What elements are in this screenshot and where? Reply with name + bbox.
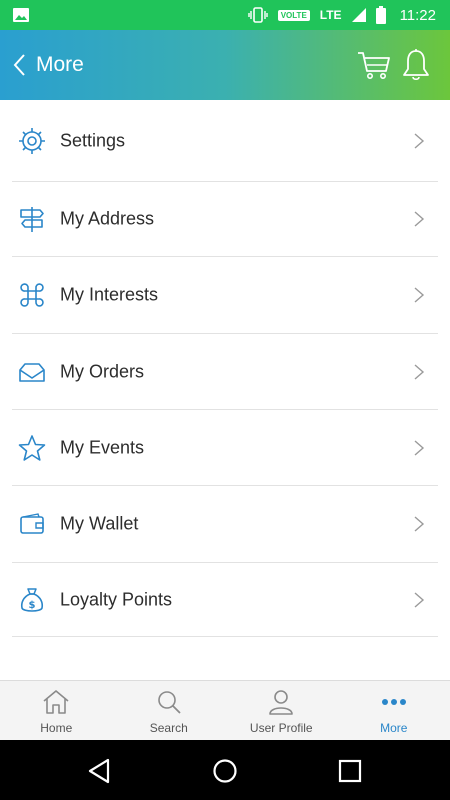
menu-list: Settings My Address My Interests My Orde… bbox=[0, 100, 450, 637]
back-triangle-icon[interactable] bbox=[86, 757, 114, 785]
home-circle-icon[interactable] bbox=[211, 757, 239, 785]
menu-item-my-interests[interactable]: My Interests bbox=[12, 257, 438, 334]
user-icon bbox=[269, 690, 294, 715]
system-navigation-bar bbox=[0, 740, 450, 800]
status-time: 11:22 bbox=[399, 6, 436, 24]
cart-icon[interactable] bbox=[357, 50, 391, 80]
chevron-right-icon bbox=[414, 439, 425, 456]
menu-item-my-wallet[interactable]: My Wallet bbox=[12, 486, 438, 563]
chevron-right-icon bbox=[414, 287, 425, 303]
chevron-right-icon bbox=[414, 211, 425, 227]
chevron-right-icon bbox=[414, 363, 425, 380]
menu-item-label: Loyalty Points bbox=[60, 589, 173, 609]
signal-icon bbox=[351, 8, 366, 22]
menu-item-label: My Wallet bbox=[60, 513, 139, 534]
tab-label: Search bbox=[149, 721, 188, 735]
svg-text:$: $ bbox=[29, 600, 36, 611]
tab-search[interactable]: Search bbox=[113, 681, 226, 740]
menu-item-my-orders[interactable]: My Orders bbox=[12, 334, 438, 410]
signpost-icon bbox=[20, 207, 44, 232]
tab-more[interactable]: More bbox=[338, 681, 450, 740]
money-bag-icon: $ bbox=[20, 587, 44, 612]
chevron-right-icon bbox=[414, 132, 425, 149]
tab-home[interactable]: Home bbox=[0, 681, 113, 740]
search-icon bbox=[157, 691, 181, 714]
back-button[interactable]: More bbox=[12, 48, 84, 82]
wallet-icon bbox=[20, 513, 44, 534]
battery-icon bbox=[375, 6, 386, 24]
tab-user-profile[interactable]: User Profile bbox=[225, 681, 338, 740]
menu-item-label: My Interests bbox=[60, 284, 159, 305]
chevron-right-icon bbox=[414, 516, 425, 532]
page-title: More bbox=[36, 53, 84, 76]
image-notification-icon bbox=[13, 8, 29, 22]
menu-item-my-address[interactable]: My Address bbox=[12, 182, 438, 257]
status-bar: VOLTE LTE 11:22 bbox=[0, 0, 450, 30]
command-icon bbox=[20, 283, 44, 307]
tab-label: User Profile bbox=[249, 721, 313, 735]
chevron-right-icon bbox=[414, 591, 425, 608]
menu-item-label: Settings bbox=[60, 130, 126, 150]
lte-label: LTE bbox=[319, 8, 342, 22]
menu-item-settings[interactable]: Settings bbox=[12, 100, 438, 182]
gear-icon bbox=[19, 127, 45, 154]
menu-item-label: My Address bbox=[60, 208, 155, 229]
more-dots-icon bbox=[381, 699, 406, 705]
menu-item-label: My Events bbox=[60, 437, 145, 457]
tab-label: More bbox=[380, 721, 408, 735]
bell-icon[interactable] bbox=[401, 48, 431, 82]
app-header: More bbox=[0, 30, 450, 100]
menu-item-my-events[interactable]: My Events bbox=[12, 410, 438, 486]
recents-square-icon[interactable] bbox=[336, 757, 364, 785]
bottom-tab-bar: Home Search User Profile More bbox=[0, 680, 450, 740]
menu-item-label: My Orders bbox=[60, 361, 145, 381]
tab-label: Home bbox=[40, 721, 73, 735]
inbox-icon bbox=[19, 362, 45, 382]
menu-item-loyalty-points[interactable]: $ Loyalty Points bbox=[12, 563, 438, 637]
volte-badge: VOLTE bbox=[277, 9, 310, 21]
vibrate-icon bbox=[248, 7, 268, 23]
chevron-left-icon bbox=[13, 54, 25, 76]
home-icon bbox=[43, 690, 69, 714]
star-icon bbox=[18, 434, 46, 461]
